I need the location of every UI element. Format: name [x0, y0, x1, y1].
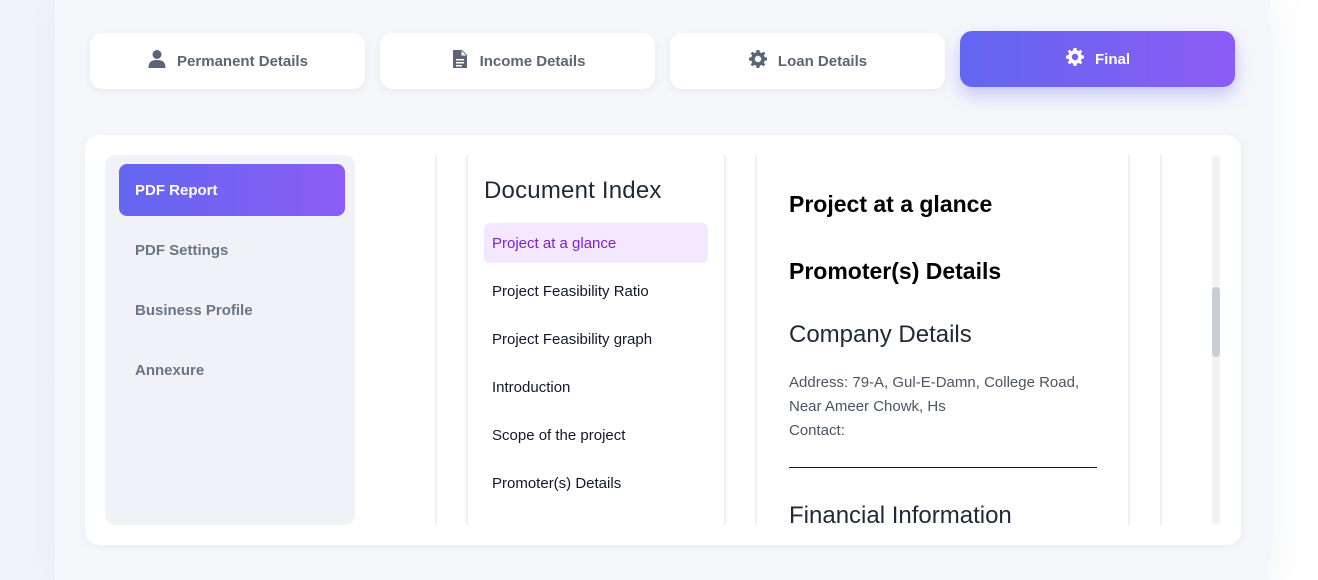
- sidebar-item-annexure[interactable]: Annexure: [119, 344, 345, 396]
- tab-final[interactable]: Final: [960, 31, 1235, 87]
- index-item-promoter-details[interactable]: Promoter(s) Details: [484, 463, 708, 503]
- divider: [435, 155, 437, 525]
- preview-heading-promoter-details: Promoter(s) Details: [789, 258, 1002, 284]
- address-line: Near Ameer Chowk, Hs: [789, 398, 946, 415]
- document-index-title: Document Index: [484, 177, 662, 204]
- divider: [1160, 155, 1162, 525]
- document-icon: [450, 49, 470, 73]
- address-line: Address: 79-A, Gul-E-Damn, College Road,: [789, 374, 1080, 391]
- index-item-project-feasibility-graph[interactable]: Project Feasibility graph: [484, 319, 708, 359]
- step-tabs: Permanent Details Income Details Loan De…: [90, 31, 1240, 93]
- index-item-introduction[interactable]: Introduction: [484, 367, 708, 407]
- scrollbar-thumb[interactable]: [1212, 287, 1220, 357]
- preview-heading-financial-information: Financial Information: [789, 502, 1012, 525]
- sidebar-item-pdf-report[interactable]: PDF Report: [119, 164, 345, 216]
- divider: [724, 155, 726, 525]
- tab-loan-details[interactable]: Loan Details: [670, 33, 945, 89]
- sidebar-item-business-profile[interactable]: Business Profile: [119, 284, 345, 336]
- gear-icon: [1065, 47, 1085, 71]
- document-index: Document Index Project at a glance Proje…: [467, 155, 725, 525]
- tab-permanent-details[interactable]: Permanent Details: [90, 33, 365, 89]
- sidebar: PDF Report PDF Settings Business Profile…: [105, 155, 355, 525]
- tab-label: Permanent Details: [177, 52, 308, 70]
- index-item-project-feasibility-ratio[interactable]: Project Feasibility Ratio: [484, 271, 708, 311]
- divider: [1128, 155, 1130, 525]
- tab-label: Final: [1094, 50, 1130, 68]
- preview-divider: [789, 467, 1097, 468]
- tab-income-details[interactable]: Income Details: [380, 33, 655, 89]
- index-item-project-at-a-glance[interactable]: Project at a glance: [484, 223, 708, 263]
- preview-heading-project-at-a-glance: Project at a glance: [789, 191, 993, 217]
- tab-label: Loan Details: [777, 52, 868, 70]
- index-item-scope-of-the-project[interactable]: Scope of the project: [484, 415, 708, 455]
- contact-line: Contact:: [789, 422, 845, 439]
- preview-heading-company-details: Company Details: [789, 321, 972, 348]
- gear-icon: [748, 49, 768, 73]
- preview-scrollbar[interactable]: [1212, 155, 1220, 525]
- company-address: Address: 79-A, Gul-E-Damn, College Road,…: [789, 371, 1099, 443]
- user-icon: [147, 49, 167, 73]
- sidebar-item-pdf-settings[interactable]: PDF Settings: [119, 224, 345, 276]
- tab-label: Income Details: [479, 52, 586, 70]
- content-card: PDF Report PDF Settings Business Profile…: [85, 135, 1241, 545]
- pdf-preview: Project at a glance Promoter(s) Details …: [757, 155, 1129, 525]
